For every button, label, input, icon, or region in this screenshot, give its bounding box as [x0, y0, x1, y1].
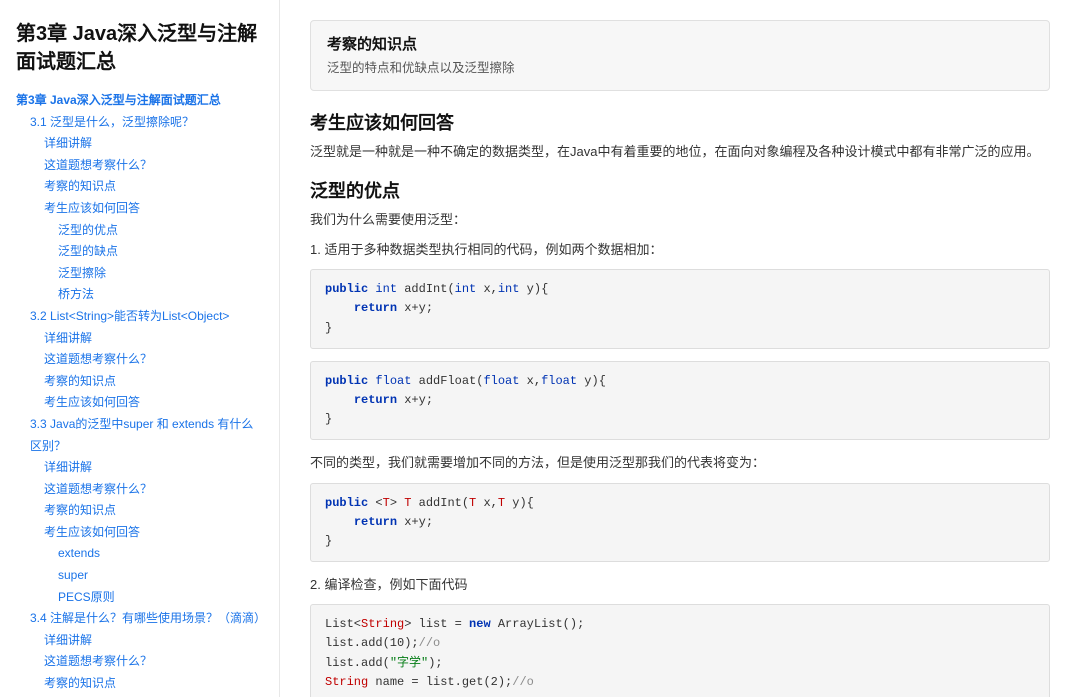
toc-item[interactable]: 考察的知识点	[16, 673, 263, 695]
toc-item[interactable]: 桥方法	[16, 284, 263, 306]
advantages-intro: 我们为什么需要使用泛型：	[310, 209, 1050, 231]
table-of-contents: 第3章 Java深入泛型与注解面试题汇总 3.1 泛型是什么，泛型擦除呢？ 详细…	[16, 90, 263, 697]
code-list-example: List<String> list = new ArrayList(); lis…	[310, 604, 1050, 697]
toc-item[interactable]: 详细讲解	[16, 133, 263, 155]
code-generic-method: public <T> T addInt(T x,T y){ return x+y…	[310, 483, 1050, 563]
knowledge-box-title: 考察的知识点	[327, 33, 1033, 54]
toc-item[interactable]: 3.1 泛型是什么，泛型擦除呢？	[16, 112, 263, 134]
code-float-method: public float addFloat(float x,float y){ …	[310, 361, 1050, 441]
toc-item[interactable]: 这道题想考察什么？	[16, 479, 263, 501]
toc-item[interactable]: 考生应该如何回答	[16, 198, 263, 220]
toc-item[interactable]: 考生应该如何回答	[16, 522, 263, 544]
toc-item[interactable]: extends	[16, 543, 263, 565]
toc-item[interactable]: 泛型的缺点	[16, 241, 263, 263]
right-panel: 考察的知识点 泛型的特点和优缺点以及泛型擦除 考生应该如何回答 泛型就是一种就是…	[280, 0, 1080, 697]
toc-item[interactable]: 泛型的优点	[16, 220, 263, 242]
main-title: 第3章 Java深入泛型与注解面试题汇总	[16, 20, 263, 76]
toc-item[interactable]: 考察的知识点	[16, 176, 263, 198]
knowledge-box-text: 泛型的特点和优缺点以及泛型擦除	[327, 58, 1033, 78]
left-panel: 第3章 Java深入泛型与注解面试题汇总 第3章 Java深入泛型与注解面试题汇…	[0, 0, 280, 697]
code-int-method: public int addInt(int x,int y){ return x…	[310, 269, 1050, 349]
toc-item[interactable]: 3.4 注解是什么？有哪些使用场景？（滴滴）	[16, 608, 263, 630]
toc-item[interactable]: 泛型擦除	[16, 263, 263, 285]
knowledge-box: 考察的知识点 泛型的特点和优缺点以及泛型擦除	[310, 20, 1050, 91]
toc-item[interactable]: 考生应该如何回答	[16, 392, 263, 414]
toc-item[interactable]: 详细讲解	[16, 630, 263, 652]
toc-item[interactable]: 详细讲解	[16, 328, 263, 350]
toc-item[interactable]: 这道题想考察什么？	[16, 651, 263, 673]
toc-item[interactable]: 考察的知识点	[16, 500, 263, 522]
toc-item[interactable]: 3.3 Java的泛型中super 和 extends 有什么区别？	[16, 414, 263, 457]
advantages-between: 不同的类型，我们就需要增加不同的方法，但是使用泛型那我们的代表将变为：	[310, 452, 1050, 474]
toc-item[interactable]: 这道题想考察什么？	[16, 155, 263, 177]
toc-item[interactable]: 详细讲解	[16, 457, 263, 479]
toc-chapter-link[interactable]: 第3章 Java深入泛型与注解面试题汇总	[16, 90, 263, 112]
toc-item[interactable]: 这道题想考察什么？	[16, 349, 263, 371]
toc-item[interactable]: PECS原则	[16, 587, 263, 609]
advantages-title: 泛型的优点	[310, 177, 1050, 203]
how-to-answer-title: 考生应该如何回答	[310, 109, 1050, 135]
advantages-item1: 1. 适用于多种数据类型执行相同的代码，例如两个数据相加：	[310, 239, 1050, 261]
toc-item[interactable]: super	[16, 565, 263, 587]
how-to-answer-text: 泛型就是一种就是一种不确定的数据类型，在Java中有着重要的地位，在面向对象编程…	[310, 141, 1050, 163]
toc-item[interactable]: 考察的知识点	[16, 371, 263, 393]
advantages-item2: 2. 编译检查，例如下面代码	[310, 574, 1050, 596]
toc-item[interactable]: 3.2 List<String>能否转为List<Object>	[16, 306, 263, 328]
